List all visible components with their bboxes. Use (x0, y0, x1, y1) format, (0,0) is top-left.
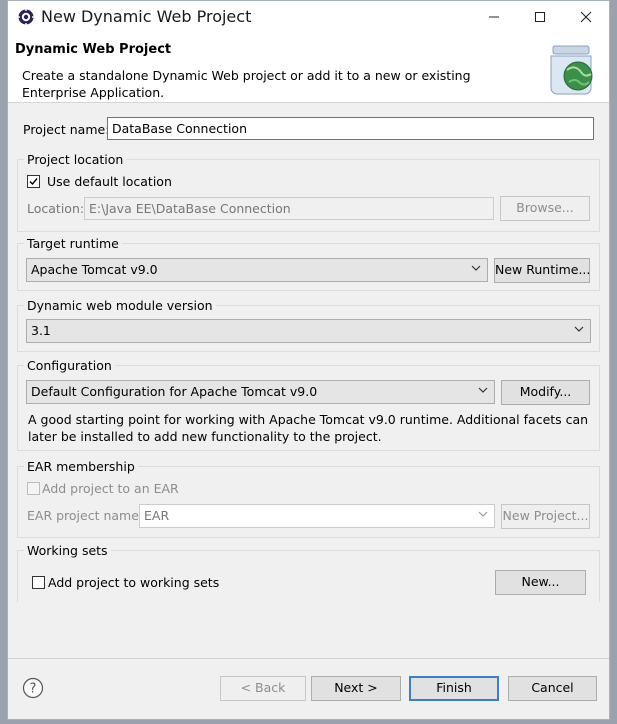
ear-membership-title: EAR membership (24, 459, 138, 474)
target-runtime-title: Target runtime (24, 236, 122, 251)
modify-button[interactable]: Modify... (501, 380, 590, 405)
target-runtime-value: Apache Tomcat v9.0 (31, 262, 158, 277)
dialog-window: New Dynamic Web Project Dynamic Web Proj… (7, 0, 610, 720)
maximize-icon (535, 11, 545, 22)
configuration-dropdown[interactable]: Default Configuration for Apache Tomcat … (26, 380, 495, 404)
window-title: New Dynamic Web Project (41, 7, 252, 26)
maximize-button[interactable] (517, 1, 563, 32)
chevron-down-icon (478, 511, 488, 517)
svg-text:?: ? (30, 682, 37, 697)
finish-button[interactable]: Finish (409, 676, 499, 701)
configuration-title: Configuration (24, 358, 115, 373)
close-button[interactable] (563, 1, 609, 32)
minimize-icon (489, 16, 499, 17)
title-bar: New Dynamic Web Project (8, 1, 609, 32)
new-project-button[interactable]: New Project... (501, 504, 590, 529)
chevron-down-icon (471, 265, 481, 271)
web-project-globe-jar-icon (550, 45, 593, 95)
add-to-working-sets-checkbox[interactable] (32, 576, 45, 589)
checkmark-icon (29, 178, 38, 186)
eclipse-gear-icon (17, 8, 35, 26)
working-sets-title: Working sets (24, 543, 111, 558)
module-version-value: 3.1 (31, 323, 51, 338)
use-default-location-checkbox[interactable] (27, 175, 40, 188)
cancel-button[interactable]: Cancel (508, 676, 597, 701)
use-default-location-label: Use default location (47, 174, 172, 189)
module-version-title: Dynamic web module version (24, 298, 216, 313)
project-name-label: Project name: (23, 122, 110, 137)
add-to-working-sets-label: Add project to working sets (48, 575, 220, 590)
page-title: Dynamic Web Project (15, 42, 172, 57)
location-input[interactable]: E:\Java EE\DataBase Connection (84, 197, 494, 220)
add-to-ear-checkbox[interactable] (27, 482, 40, 495)
location-label: Location: (27, 201, 85, 216)
minimize-button[interactable] (471, 1, 517, 32)
chevron-down-icon (574, 326, 584, 332)
module-version-dropdown[interactable]: 3.1 (26, 319, 591, 343)
wizard-header: Dynamic Web Project Create a standalone … (8, 32, 609, 103)
back-button[interactable]: < Back (220, 676, 306, 701)
ear-project-name-value: EAR (144, 508, 170, 523)
page-description: Create a standalone Dynamic Web project … (22, 68, 471, 100)
new-runtime-button[interactable]: New Runtime... (494, 258, 590, 283)
browse-button[interactable]: Browse... (500, 196, 590, 221)
project-location-title: Project location (24, 152, 127, 167)
configuration-description: A good starting point for working with A… (28, 412, 589, 444)
new-working-set-button[interactable]: New... (495, 570, 586, 595)
add-to-ear-label: Add project to an EAR (42, 481, 179, 496)
help-icon[interactable]: ? (22, 677, 44, 699)
ear-project-name-label: EAR project name: (27, 508, 144, 523)
next-button[interactable]: Next > (311, 676, 401, 701)
configuration-value: Default Configuration for Apache Tomcat … (31, 384, 318, 399)
ear-project-name-dropdown[interactable]: EAR (139, 504, 495, 528)
project-name-input[interactable]: DataBase Connection (107, 117, 594, 140)
footer-separator (8, 658, 609, 659)
chevron-down-icon (478, 387, 488, 393)
close-icon (580, 11, 592, 22)
target-runtime-dropdown[interactable]: Apache Tomcat v9.0 (26, 258, 488, 282)
